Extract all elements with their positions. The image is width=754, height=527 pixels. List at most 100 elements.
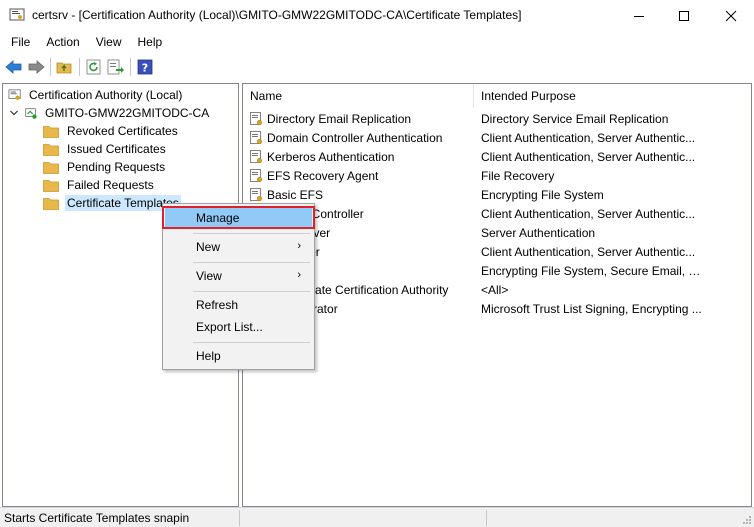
context-menu-view[interactable]: View › <box>165 265 312 287</box>
folder-icon <box>43 179 59 192</box>
tree-item-label: Pending Requests <box>67 160 166 174</box>
export-list-button[interactable] <box>105 56 127 78</box>
list-row[interactable]: UserEncrypting File System, Secure Email… <box>243 261 751 280</box>
toolbar-separator <box>50 57 51 76</box>
list-row[interactable]: Subordinate Certification Authority <All> <box>243 280 751 299</box>
back-button[interactable] <box>3 56 25 78</box>
toolbar-separator <box>130 57 131 76</box>
window-title: certsrv - [Certification Authority (Loca… <box>32 8 522 22</box>
context-menu-refresh[interactable]: Refresh <box>165 294 312 316</box>
submenu-arrow-icon: › <box>297 240 301 252</box>
menu-view[interactable]: View <box>88 33 130 51</box>
list-cell-purpose: <All> <box>481 282 509 297</box>
list-row[interactable]: Domain Controller Authentication Client A… <box>243 128 751 147</box>
list-cell-purpose: Server Authentication <box>481 225 596 240</box>
certsrv-app-icon <box>9 8 25 21</box>
tree-item-issued-certificates[interactable]: Issued Certificates <box>43 140 168 158</box>
certificate-template-icon <box>250 168 263 182</box>
list-cell-purpose: Microsoft Trust List Signing, Encrypting… <box>481 301 702 316</box>
list-cell-purpose: Encrypting File System, Secure Email, Cl… <box>481 263 703 278</box>
svg-text:?: ? <box>142 61 148 74</box>
title-bar: certsrv - [Certification Authority (Loca… <box>0 0 754 31</box>
tree-item-label: Revoked Certificates <box>67 124 178 138</box>
context-menu-export-list[interactable]: Export List... <box>165 316 312 338</box>
context-menu-help-label: Help <box>196 349 221 363</box>
maximize-button[interactable] <box>661 0 707 31</box>
menu-file[interactable]: File <box>3 33 38 51</box>
list-cell-name-text: Domain Controller Authentication <box>267 130 443 145</box>
list-row[interactable]: Web ServerServer Authentication <box>243 223 751 242</box>
list-row[interactable]: Basic EFS Encrypting File System <box>243 185 751 204</box>
list-row[interactable]: Domain Controller Client Authentication, … <box>243 204 751 223</box>
list-row[interactable]: Directory Email Replication Directory Ser… <box>243 109 751 128</box>
folder-icon <box>43 161 59 174</box>
context-menu-separator <box>193 291 310 292</box>
list-header: Name Intended Purpose <box>243 84 751 108</box>
list-cell-name-text: Basic EFS <box>267 187 324 202</box>
list-cell-name-text: EFS Recovery Agent <box>267 168 379 183</box>
tree-item-failed-requests[interactable]: Failed Requests <box>43 176 156 194</box>
tree-item-label: Issued Certificates <box>67 142 166 156</box>
folder-icon <box>43 125 59 138</box>
status-panel-divider <box>239 510 240 526</box>
close-icon <box>725 10 737 21</box>
list-cell-purpose: Client Authentication, Server Authentic.… <box>481 244 696 259</box>
list-cell-name-text: Directory Email Replication <box>267 111 412 126</box>
menu-bar: File Action View Help <box>0 31 754 52</box>
context-menu-separator <box>193 262 310 263</box>
list-cell-name: Directory Email Replication <box>250 112 411 126</box>
tree-item-revoked-certificates[interactable]: Revoked Certificates <box>43 122 180 140</box>
folder-icon <box>43 143 59 156</box>
resize-grip-icon[interactable] <box>742 515 752 525</box>
menu-action[interactable]: Action <box>38 33 87 51</box>
chevron-down-icon[interactable] <box>9 108 19 118</box>
context-menu-view-label: View <box>196 269 222 283</box>
column-header-intended-purpose[interactable]: Intended Purpose <box>474 84 751 108</box>
up-folder-icon <box>56 62 72 73</box>
refresh-button[interactable] <box>83 56 105 78</box>
toolbar-separator <box>79 57 80 76</box>
toolbar: ? <box>0 53 754 80</box>
context-menu-separator <box>193 342 310 343</box>
column-header-name[interactable]: Name <box>243 84 474 108</box>
up-button[interactable] <box>54 56 76 78</box>
context-menu-export-list-label: Export List... <box>196 320 263 334</box>
list-cell-name: Domain Controller Authentication <box>250 131 442 145</box>
tree-item-certification-authority-local[interactable]: Certification Authority (Local) <box>7 86 184 104</box>
close-button[interactable] <box>708 0 754 31</box>
minimize-icon <box>634 15 644 17</box>
help-button[interactable]: ? <box>134 56 156 78</box>
list-row[interactable]: Kerberos Authentication Client Authentica… <box>243 147 751 166</box>
minimize-button[interactable] <box>616 0 662 31</box>
tree-ca-label: GMITO-GMW22GMITODC-CA <box>45 106 210 120</box>
context-menu-separator <box>193 233 310 234</box>
list-cell-purpose: Encrypting File System <box>481 187 604 202</box>
list-cell-purpose: File Recovery <box>481 168 555 183</box>
list-row[interactable]: AdministratorMicrosoft Trust List Signin… <box>243 299 751 318</box>
forward-arrow-icon <box>28 59 45 74</box>
list-row[interactable]: EFS Recovery Agent File Recovery <box>243 166 751 185</box>
context-menu-new[interactable]: New › <box>165 236 312 258</box>
export-list-icon <box>107 59 124 74</box>
context-menu-help[interactable]: Help <box>165 345 312 367</box>
results-pane[interactable]: Name Intended Purpose Directory Email Re… <box>242 83 752 507</box>
tree-item-certificate-templates[interactable]: Certificate Templates <box>43 194 181 212</box>
folder-icon <box>43 197 59 210</box>
forward-button[interactable] <box>25 56 47 78</box>
back-arrow-icon <box>5 59 22 74</box>
list-row[interactable]: ComputerClient Authentication, Server Au… <box>243 242 751 261</box>
list-cell-name: Basic EFS <box>250 188 323 202</box>
submenu-arrow-icon: › <box>297 269 301 281</box>
list-cell-purpose: Client Authentication, Server Authentic.… <box>481 149 696 164</box>
maximize-icon <box>679 10 689 21</box>
menu-help[interactable]: Help <box>130 33 171 51</box>
list-cell-purpose: Directory Service Email Replication <box>481 111 669 126</box>
tree-item-ca[interactable]: GMITO-GMW22GMITODC-CA <box>9 104 211 122</box>
refresh-icon <box>86 59 101 74</box>
context-menu-new-label: New <box>196 240 221 254</box>
certificate-template-icon <box>250 111 263 125</box>
status-bar: Starts Certificate Templates snapin <box>0 507 754 527</box>
context-menu-refresh-label: Refresh <box>196 298 239 312</box>
tree-root-label: Certification Authority (Local) <box>29 88 183 102</box>
tree-item-pending-requests[interactable]: Pending Requests <box>43 158 167 176</box>
